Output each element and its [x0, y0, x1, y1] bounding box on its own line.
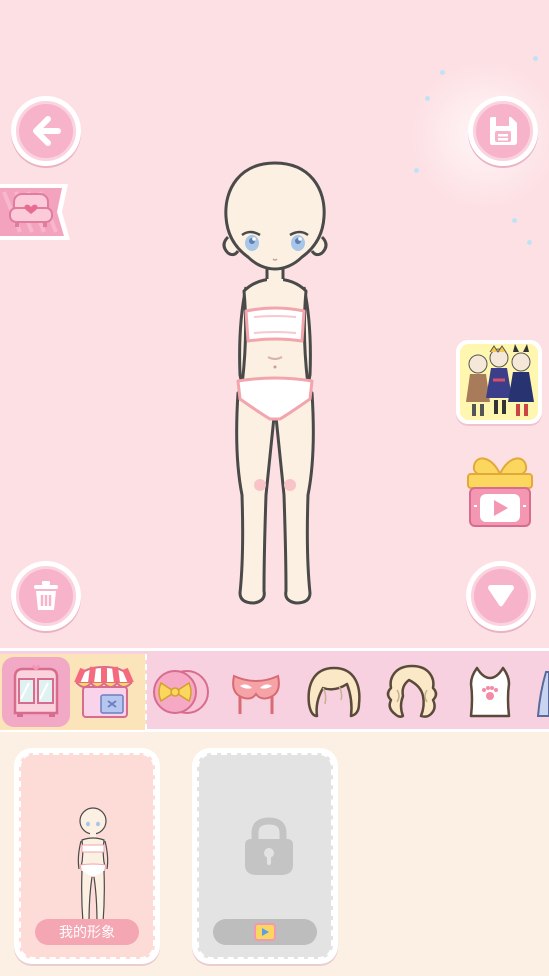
wardrobe-icon [13, 664, 59, 717]
dressup-stage [0, 0, 549, 648]
sparkle-dot [527, 240, 532, 245]
tab-candy[interactable] [146, 657, 214, 727]
sofa-heart-icon [0, 184, 70, 240]
tab-wavy-hair[interactable] [378, 657, 446, 727]
saved-looks-drawer: 我的形象 [0, 732, 549, 976]
sparkle-dot [440, 70, 445, 75]
furniture-tab[interactable] [0, 180, 72, 244]
dress-icon [536, 671, 549, 717]
shop-icon [74, 665, 134, 718]
wavy-hair-icon [386, 664, 438, 718]
delete-button[interactable] [11, 561, 81, 631]
tab-partial-next[interactable] [532, 657, 549, 727]
save-button[interactable] [468, 96, 538, 166]
tab-tops[interactable] [456, 657, 524, 727]
collapse-panel-button[interactable] [466, 561, 536, 631]
lock-icon [245, 817, 293, 875]
sparkle-dot [425, 96, 430, 101]
bow-candy-icon [153, 670, 209, 714]
trash-icon [34, 581, 58, 610]
arrow-left-icon [33, 116, 61, 146]
my-look-card[interactable]: 我的形象 [14, 748, 160, 964]
floppy-disk-icon [490, 117, 517, 145]
outfit-preview-thumbnail [460, 344, 538, 420]
tab-short-hair[interactable] [300, 657, 368, 727]
locked-look-card[interactable] [192, 748, 338, 964]
gift-video-button[interactable] [462, 452, 538, 530]
outfit-ad-thumbnail[interactable] [456, 340, 542, 424]
tab-shop[interactable] [70, 657, 138, 727]
tab-mask[interactable] [222, 657, 290, 727]
character-figure [210, 155, 340, 615]
sparkle-dot [512, 218, 517, 223]
mask-icon [232, 674, 280, 714]
gift-video-icon [467, 457, 533, 527]
video-play-icon [254, 923, 276, 941]
sparkle-dot [414, 168, 419, 173]
my-look-label: 我的形象 [35, 919, 139, 945]
tank-top-icon [469, 666, 511, 718]
category-tab-bar [0, 648, 549, 732]
mini-character [77, 807, 109, 924]
back-button[interactable] [11, 96, 81, 166]
triangle-down-icon [488, 585, 514, 607]
unlock-by-video-bar[interactable] [213, 919, 317, 945]
tab-wardrobe[interactable] [2, 657, 70, 727]
sparkle-dot [533, 56, 538, 61]
short-hair-icon [307, 666, 361, 718]
